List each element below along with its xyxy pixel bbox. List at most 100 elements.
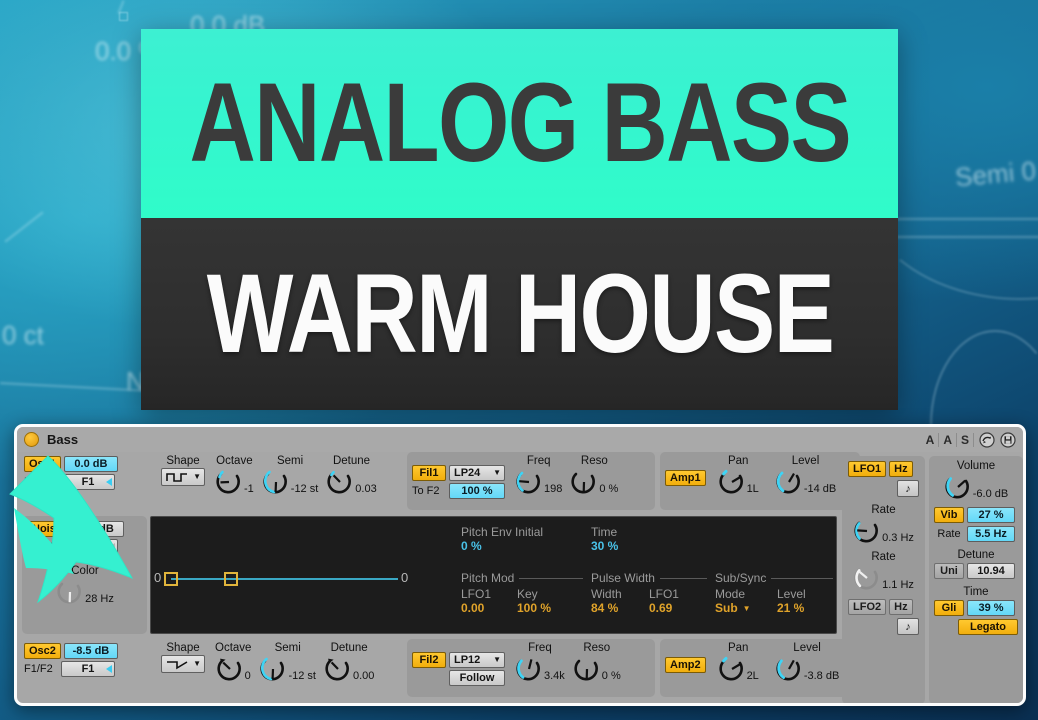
device-power-toggle[interactable] [24, 432, 39, 447]
pulse-width-lfo1-block[interactable]: LFO1 0.69 [649, 587, 705, 615]
osc2-semi-label: Semi [274, 642, 301, 654]
volume-value: -6.0 dB [972, 488, 1009, 500]
chevron-down-icon: ▼ [193, 472, 201, 481]
noise-level-field[interactable]: -40 dB [69, 521, 124, 537]
sub-level-label: Level [776, 587, 806, 601]
osc1-semi-label: Semi [276, 455, 304, 467]
lfo1-note-icon[interactable]: ♪ [897, 480, 919, 497]
amp2-pan-control[interactable]: Pan 2L [718, 642, 759, 683]
filter1-to-field[interactable]: 100 % [449, 483, 505, 499]
vib-rate-field[interactable]: 5.5 Hz [967, 526, 1015, 542]
filter1-toggle[interactable]: Fil1 [412, 465, 446, 481]
amp1-level-value: -14 dB [803, 483, 837, 495]
osc2-octave-control[interactable]: Octave 0 [215, 642, 251, 683]
osc2-toggle[interactable]: Osc2 [24, 643, 61, 659]
thumbnail-bottom-band: WARM HOUSE [141, 218, 898, 410]
envelope-right-marker: 0 [401, 570, 409, 585]
filter2-toggle[interactable]: Fil2 [412, 652, 446, 668]
filter2-follow-button[interactable]: Follow [449, 670, 505, 686]
filter1-group: Fil1 LP24 ▼ To F2 100 % Freq 198 Reso 0 … [407, 452, 655, 510]
osc1-semi-control[interactable]: Semi -12 st [262, 455, 318, 496]
lfo2-rate-control[interactable]: Rate 1.1 Hz [852, 551, 915, 592]
volume-control[interactable]: -6.0 dB [934, 473, 1018, 501]
detune-field[interactable]: 10.94 [967, 563, 1015, 579]
osc2-params: Shape ▼ Octave 0 Semi -12 st Detune 0.00 [152, 639, 402, 697]
pulse-width-width-label: Width [590, 587, 622, 601]
osc2-detune-label: Detune [330, 642, 368, 654]
central-display[interactable]: 0 0 Pitch Env Initial 0 % Time 30 % Pitc… [150, 516, 837, 634]
noise-toggle[interactable]: Noise [27, 521, 67, 537]
background-text-1: 0 ct [2, 320, 44, 350]
osc1-shape-label: Shape [166, 455, 200, 467]
pitch-env-initial-block[interactable]: Pitch Env Initial 0 % [461, 525, 591, 553]
lfo1-rate-control[interactable]: Rate 0.3 Hz [852, 504, 915, 545]
osc2-level-field[interactable]: -8.5 dB [63, 643, 118, 659]
chevron-down-icon[interactable]: ▼ [743, 604, 751, 613]
gli-toggle[interactable]: Gli [934, 600, 964, 616]
uni-toggle[interactable]: Uni [934, 563, 964, 579]
amp1-toggle[interactable]: Amp1 [665, 470, 706, 486]
osc2-shape-control[interactable]: Shape ▼ [161, 642, 205, 673]
filter1-row-type: Fil1 LP24 ▼ [412, 465, 505, 481]
legato-toggle[interactable]: Legato [958, 619, 1018, 635]
amp1-level-control[interactable]: Level -14 dB [775, 455, 836, 496]
filter1-type-dropdown[interactable]: LP24 ▼ [449, 465, 505, 481]
osc2-detune-control[interactable]: Detune 0.00 [324, 642, 374, 683]
osc1-toggle[interactable]: Osc1 [24, 456, 61, 472]
osc1-detune-control[interactable]: Detune 0.03 [326, 455, 377, 496]
osc1-octave-control[interactable]: Octave -1 [215, 455, 254, 496]
filter2-freq-control[interactable]: Freq 3.4k [515, 642, 565, 683]
noise-color-control[interactable]: Color 28 Hz [31, 565, 139, 606]
pulse-width-width-block[interactable]: Width 84 % [591, 587, 649, 615]
amp1-pan-label: Pan [727, 455, 749, 467]
osc1-shape-control[interactable]: Shape ▼ [161, 455, 205, 486]
filter1-freq-control[interactable]: Freq 198 [515, 455, 562, 496]
volume-knob [945, 477, 969, 499]
filter2-freq-label: Freq [528, 642, 552, 654]
pitch-env-time-block[interactable]: Time 30 % [591, 525, 691, 553]
pitch-env-time-label: Time [591, 525, 618, 539]
osc2-route-field[interactable]: F1 [61, 661, 115, 677]
amp2-level-control[interactable]: Level -3.8 dB [775, 642, 839, 683]
sub-mode-label: Mode [714, 587, 746, 601]
osc1-shape-dropdown[interactable]: ▼ [161, 468, 205, 486]
vib-toggle[interactable]: Vib [934, 507, 964, 523]
glide-time-field[interactable]: 39 % [967, 600, 1015, 616]
automation-s-button[interactable]: S [957, 432, 974, 447]
lfo2-unit-toggle[interactable]: Hz [889, 599, 913, 615]
osc2-shape-dropdown[interactable]: ▼ [161, 655, 205, 673]
lfo1-unit-toggle[interactable]: Hz [889, 461, 913, 477]
sub-level-block[interactable]: Level 21 % [777, 587, 833, 615]
noise-route-field[interactable]: F2 [64, 539, 118, 555]
amp1-pan-control[interactable]: Pan 1L [718, 455, 759, 496]
osc1-octave-knob [216, 470, 240, 494]
vib-amount-field[interactable]: 27 % [967, 507, 1015, 523]
amp2-toggle[interactable]: Amp2 [665, 657, 706, 673]
filter2-group: Fil2 LP12 ▼ Follow Freq 3.4k Reso 0 % [407, 639, 655, 697]
sub-mode-block[interactable]: Mode Sub ▼ [715, 587, 777, 615]
vib-row: Vib 27 % [934, 507, 1018, 523]
filter1-reso-control[interactable]: Reso 0 % [570, 455, 618, 496]
refresh-icon[interactable] [978, 431, 995, 448]
osc1-level-field[interactable]: 0.0 dB [63, 456, 118, 472]
lfo2-note-icon[interactable]: ♪ [897, 618, 919, 635]
filter2-reso-control[interactable]: Reso 0 % [573, 642, 621, 683]
filter1-freq-knob [516, 471, 540, 494]
pitch-mod-lfo1-block[interactable]: LFO1 0.00 [461, 587, 517, 615]
osc1-route-field[interactable]: F1 [61, 474, 115, 490]
thumbnail-title-line1: ANALOG BASS [189, 60, 851, 186]
pulse-width-width-value: 84 % [590, 601, 619, 615]
pitch-mod-key-value: 100 % [517, 601, 552, 615]
lfo2-toggle[interactable]: LFO2 [848, 599, 887, 615]
lfo1-toggle[interactable]: LFO1 [848, 461, 887, 477]
chevron-down-icon: ▼ [493, 468, 501, 477]
osc2-semi-control[interactable]: Semi -12 st [259, 642, 316, 683]
save-icon[interactable] [999, 431, 1016, 448]
automation-a1-button[interactable]: A [922, 432, 940, 447]
amp1-group: Amp1 Pan 1L Level -14 dB [660, 452, 860, 510]
pitch-mod-key-block[interactable]: Key 100 % [517, 587, 579, 615]
noise-color-label: Color [71, 565, 99, 577]
filter2-type-dropdown[interactable]: LP12 ▼ [449, 652, 505, 668]
osc1-octave-label: Octave [216, 455, 253, 467]
automation-a2-button[interactable]: A [939, 432, 957, 447]
